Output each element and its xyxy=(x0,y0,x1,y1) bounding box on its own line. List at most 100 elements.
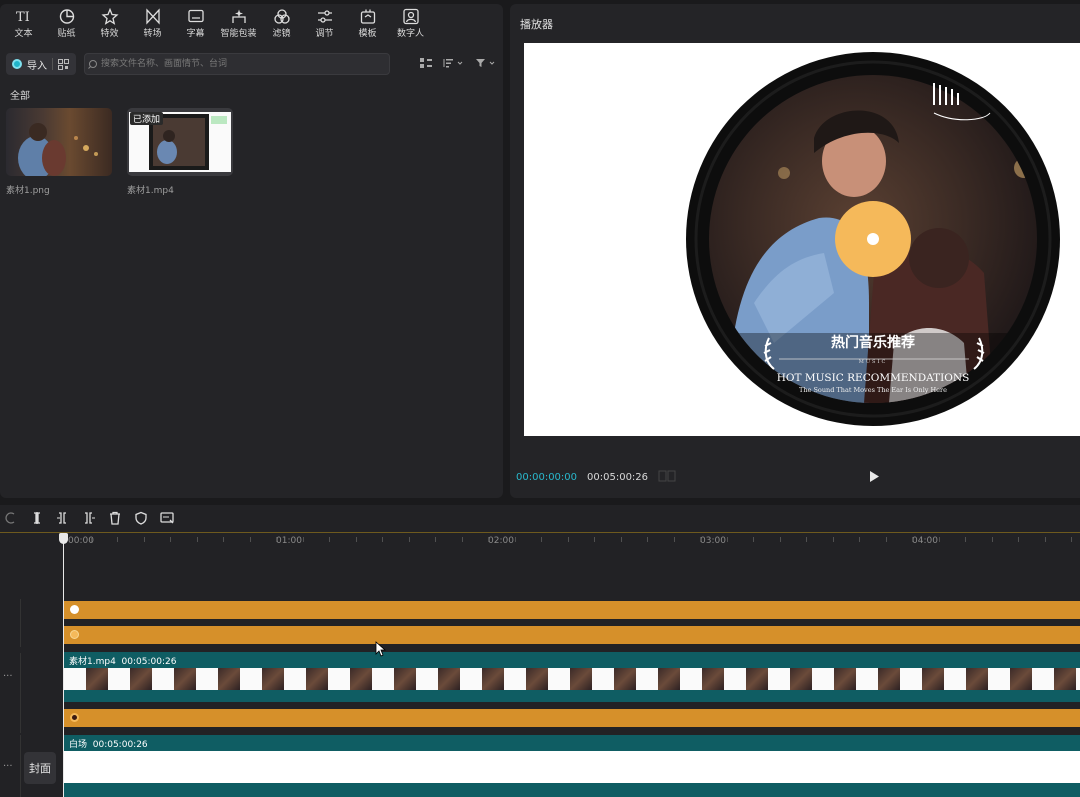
audio-track[interactable] xyxy=(64,709,1080,727)
thumbnail-image xyxy=(18,123,98,176)
film-frame xyxy=(526,668,548,690)
filter-icon xyxy=(273,9,290,24)
film-frame xyxy=(482,668,504,690)
film-frame xyxy=(724,668,746,690)
ruler-tick xyxy=(462,537,463,542)
tool-adjust[interactable]: 调节 xyxy=(303,4,346,39)
tool-text[interactable]: TI 文本 xyxy=(2,4,45,39)
frame-grid-icon[interactable] xyxy=(658,470,676,485)
ruler-tick xyxy=(727,537,728,542)
qr-icon[interactable] xyxy=(58,58,69,70)
ruler-tick xyxy=(859,537,860,542)
undo-icon[interactable] xyxy=(4,511,18,525)
ruler-tick xyxy=(515,537,516,542)
delete-icon[interactable] xyxy=(108,511,122,525)
canvas-title-en: HOT MUSIC RECOMMENDATIONS xyxy=(777,372,970,384)
cover-track[interactable]: 白场 00:05:00:26 xyxy=(64,735,1080,797)
media-item[interactable]: 素材1.png xyxy=(6,108,112,196)
tool-transition[interactable]: 转场 xyxy=(131,4,174,39)
track-header xyxy=(0,599,21,623)
ruler-tick xyxy=(541,537,542,542)
tool-digital-human[interactable]: 数字人 xyxy=(389,4,432,39)
tool-label: 调节 xyxy=(315,29,334,39)
trim-left-icon[interactable] xyxy=(56,511,70,525)
import-icon xyxy=(12,59,22,69)
ruler-tick xyxy=(197,537,198,542)
tool-filter[interactable]: 滤镜 xyxy=(260,4,303,39)
search-input[interactable] xyxy=(99,58,383,70)
tool-subtitle[interactable]: 字幕 xyxy=(174,4,217,39)
ruler-tick xyxy=(753,537,754,542)
tool-label: 文本 xyxy=(14,29,33,39)
film-frame xyxy=(988,668,1010,690)
film-frame xyxy=(460,668,482,690)
canvas-music-label: MUSIC xyxy=(859,359,888,365)
effects-icon xyxy=(100,8,119,25)
film-frame xyxy=(856,668,878,690)
playhead-handle[interactable] xyxy=(59,533,68,544)
tool-smart-pack[interactable]: 智能包装 xyxy=(217,4,260,39)
record-dot-icon xyxy=(70,713,79,722)
tool-sticker[interactable]: 贴纸 xyxy=(45,4,88,39)
track-header xyxy=(0,705,21,733)
film-frame xyxy=(680,668,702,690)
video-clip-duration: 00:05:00:26 xyxy=(121,657,177,667)
media-item[interactable]: 已添加 素材1.mp4 xyxy=(127,108,233,196)
filter-dropdown-icon[interactable] xyxy=(475,57,497,72)
film-frame xyxy=(592,668,614,690)
film-frame xyxy=(174,668,196,690)
tool-label: 字幕 xyxy=(186,29,205,39)
import-button[interactable]: 导入 xyxy=(6,53,76,75)
tool-effects[interactable]: 特效 xyxy=(88,4,131,39)
ruler-tick xyxy=(939,537,940,542)
ruler-tick xyxy=(1071,537,1072,542)
ruler-tick xyxy=(621,537,622,542)
search-box[interactable] xyxy=(84,53,390,75)
timeline-ruler[interactable]: 00:00 01:00 02:00 03:00 04:00 xyxy=(0,532,1080,553)
template-icon xyxy=(360,9,375,24)
smart-pack-icon xyxy=(231,9,246,23)
sort-icon[interactable] xyxy=(443,57,465,72)
ruler-label: 02:00 xyxy=(488,536,514,546)
subtitle-icon xyxy=(187,9,204,23)
grid-view-icon[interactable] xyxy=(419,57,433,72)
caption-edit-icon[interactable] xyxy=(160,511,174,525)
player-canvas[interactable]: 热门音乐推荐 MUSIC HOT MUSIC RECOMMENDATIONS T… xyxy=(524,43,1080,436)
film-frame xyxy=(768,668,790,690)
player-panel: 播放器 热门音乐推荐 MUSIC HOT MUSIC RECOMMENDATIO… xyxy=(510,4,1080,498)
text-icon: TI xyxy=(16,10,30,25)
cover-clip-duration: 00:05:00:26 xyxy=(92,740,148,750)
total-time: 00:05:00:26 xyxy=(587,472,649,483)
ruler-tick xyxy=(1018,537,1019,542)
film-frame xyxy=(284,668,306,690)
ruler-tick xyxy=(594,537,595,542)
player-title: 播放器 xyxy=(520,18,553,31)
trim-right-icon[interactable] xyxy=(82,511,96,525)
tool-label: 智能包装 xyxy=(220,29,257,39)
media-view-controls xyxy=(419,57,497,72)
ruler-tick xyxy=(91,537,92,542)
media-thumbnail[interactable] xyxy=(6,108,112,176)
sticker-icon xyxy=(59,9,74,24)
section-label-all[interactable]: 全部 xyxy=(10,87,30,102)
tool-label: 转场 xyxy=(143,29,162,39)
shield-icon[interactable] xyxy=(134,511,148,525)
ruler-tick xyxy=(992,537,993,542)
film-frame xyxy=(570,668,592,690)
audio-track[interactable] xyxy=(64,626,1080,644)
play-button[interactable] xyxy=(868,470,880,486)
split-icon[interactable] xyxy=(30,511,44,525)
tool-template[interactable]: 模板 xyxy=(346,4,389,39)
tool-label: 滤镜 xyxy=(272,29,291,39)
film-frame xyxy=(262,668,284,690)
audio-track[interactable] xyxy=(64,601,1080,619)
more-icon[interactable]: ··· xyxy=(3,671,13,682)
ruler-tick xyxy=(647,537,648,542)
more-icon[interactable]: ··· xyxy=(3,761,13,772)
video-clip-track[interactable]: 素材1.mp4 00:05:00:26 xyxy=(64,652,1080,702)
playhead[interactable] xyxy=(63,535,64,797)
track-dot-icon xyxy=(70,630,79,639)
cover-button[interactable]: 封面 xyxy=(24,752,56,784)
media-thumbnail[interactable]: 已添加 xyxy=(127,108,233,176)
film-frame xyxy=(746,668,768,690)
